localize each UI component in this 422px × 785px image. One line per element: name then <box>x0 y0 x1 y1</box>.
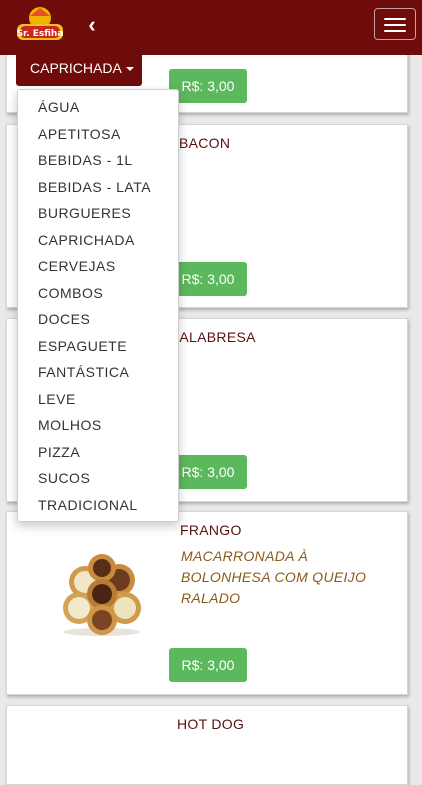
price-button[interactable]: R$: 3,00 <box>169 69 247 103</box>
price-button[interactable]: R$: 3,00 <box>169 455 247 489</box>
brand-logo[interactable]: Sr. Esfiha <box>14 4 66 50</box>
category-option[interactable]: CERVEJAS <box>18 253 178 280</box>
price-button[interactable]: R$: 3,00 <box>169 648 247 682</box>
category-option[interactable]: TRADICIONAL <box>18 492 178 519</box>
product-title: FRANGO <box>180 522 242 538</box>
category-option[interactable]: COMBOS <box>18 280 178 307</box>
product-description: MACARRONADA À BOLONHESA COM QUEIJO RALAD… <box>181 548 367 606</box>
category-dropdown-button[interactable]: CAPRICHADA <box>16 52 142 86</box>
selected-category: CAPRICHADA <box>30 60 122 76</box>
category-option[interactable]: ESPAGUETE <box>18 333 178 360</box>
menu-bar <box>384 24 406 26</box>
caret-down-icon <box>125 67 134 72</box>
back-icon[interactable]: ‹ <box>82 12 102 38</box>
price-button[interactable]: R$: 3,00 <box>169 262 247 296</box>
product-title: CALABRESA <box>169 329 256 345</box>
category-option[interactable]: APETITOSA <box>18 121 178 148</box>
top-bar: Sr. Esfiha ‹ <box>0 0 422 55</box>
category-option[interactable]: BURGUERES <box>18 200 178 227</box>
category-option[interactable]: SUCOS <box>18 465 178 492</box>
product-title: HOT DOG <box>177 716 245 732</box>
category-option[interactable]: CAPRICHADA <box>18 227 178 254</box>
hamburger-menu-button[interactable] <box>374 8 416 40</box>
category-dropdown-menu: ÁGUA APETITOSA BEBIDAS - 1L BEBIDAS - LA… <box>17 89 179 522</box>
category-option[interactable]: FANTÁSTICA <box>18 359 178 386</box>
category-option[interactable]: DOCES <box>18 306 178 333</box>
category-option[interactable]: BEBIDAS - 1L <box>18 147 178 174</box>
menu-bar <box>384 30 406 32</box>
product-title: BACON <box>179 135 231 151</box>
product-card[interactable]: FRANGO MACARRONADA À BOLONHESA COM QUEIJ… <box>6 511 408 695</box>
product-image <box>63 554 141 636</box>
category-option[interactable]: LEVE <box>18 386 178 413</box>
menu-bar <box>384 18 406 20</box>
category-option[interactable]: BEBIDAS - LATA <box>18 174 178 201</box>
category-option[interactable]: ÁGUA <box>18 94 178 121</box>
logo-text: Sr. Esfiha <box>17 29 64 39</box>
product-card[interactable]: HOT DOG <box>6 705 408 785</box>
category-option[interactable]: MOLHOS <box>18 412 178 439</box>
category-option[interactable]: PIZZA <box>18 439 178 466</box>
